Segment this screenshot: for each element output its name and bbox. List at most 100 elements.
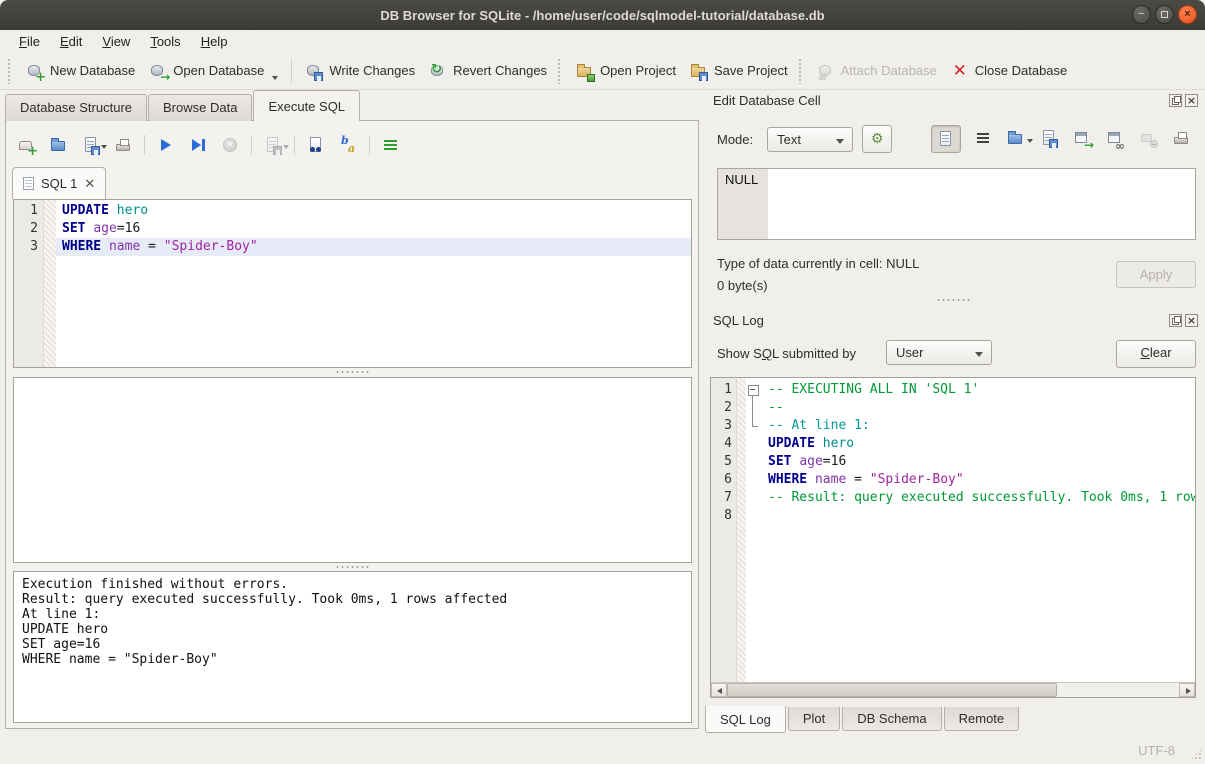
sql-tab-close-icon[interactable]: ✕ bbox=[84, 176, 95, 192]
dock-close-icon[interactable] bbox=[1185, 314, 1198, 327]
find-button[interactable] bbox=[305, 134, 327, 156]
text-mode-button[interactable] bbox=[931, 125, 961, 153]
apply-button[interactable]: Apply bbox=[1116, 261, 1196, 288]
toolbar-handle[interactable] bbox=[798, 58, 803, 84]
open-project-button[interactable]: Open Project bbox=[569, 56, 683, 86]
copy-link-icon: ∞ bbox=[1106, 129, 1124, 147]
open-database-icon: → bbox=[149, 62, 167, 80]
edit-cell-title: Edit Database Cell bbox=[713, 93, 821, 108]
line-number: 8 bbox=[711, 507, 732, 525]
log-fold-markers[interactable] bbox=[746, 378, 762, 682]
scroll-right-button[interactable] bbox=[1179, 683, 1195, 697]
export-to-file-button[interactable] bbox=[1040, 129, 1060, 149]
word-wrap-button[interactable] bbox=[974, 129, 994, 149]
bottom-tab-sql-log[interactable]: SQL Log bbox=[705, 706, 786, 733]
open-in-external-button[interactable]: → bbox=[1073, 129, 1093, 149]
auto-format-button[interactable] bbox=[380, 134, 402, 156]
mode-label: Mode: bbox=[717, 132, 753, 147]
open-project-icon bbox=[576, 62, 594, 80]
results-messages-splitter[interactable] bbox=[13, 563, 692, 571]
open-project-label: Open Project bbox=[600, 63, 676, 78]
new-database-button[interactable]: +New Database bbox=[19, 56, 142, 86]
splitter-dots bbox=[936, 298, 972, 302]
edit-cell-dock-header: Edit Database Cell bbox=[703, 90, 1205, 112]
maximize-button[interactable] bbox=[1155, 5, 1174, 24]
execute-all-button[interactable] bbox=[155, 134, 177, 156]
menu-help[interactable]: Help bbox=[192, 32, 237, 51]
clear-log-button[interactable]: Clear bbox=[1116, 340, 1196, 368]
scroll-left-button[interactable] bbox=[711, 683, 727, 697]
new-sql-tab-button[interactable]: + bbox=[16, 134, 38, 156]
tab-database-structure[interactable]: Database Structure bbox=[5, 94, 147, 121]
results-pane[interactable] bbox=[13, 377, 692, 563]
toolbar-separator bbox=[251, 135, 252, 155]
set-null-button[interactable] bbox=[1139, 129, 1159, 149]
copy-link-button[interactable]: ∞ bbox=[1106, 129, 1126, 149]
dropdown-arrow-icon[interactable] bbox=[1027, 139, 1033, 143]
execution-message-pane[interactable]: Execution finished without errors.Result… bbox=[13, 571, 692, 723]
dropdown-arrow-icon[interactable] bbox=[272, 76, 278, 80]
menu-edit[interactable]: Edit bbox=[51, 32, 91, 51]
sql-code-editor[interactable]: 123 UPDATE heroSET age=16WHERE name = "S… bbox=[13, 199, 692, 368]
log-filter-select[interactable]: User bbox=[886, 340, 992, 365]
bottom-tab-remote[interactable]: Remote bbox=[944, 707, 1020, 731]
toolbar-handle[interactable] bbox=[7, 58, 12, 84]
sql-tab[interactable]: SQL 1 ✕ bbox=[12, 167, 106, 199]
fold-marker[interactable] bbox=[746, 417, 762, 435]
attach-database-button[interactable]: ∞Attach Database bbox=[810, 56, 944, 86]
open-sql-file-button[interactable] bbox=[48, 134, 70, 156]
editor-code-area[interactable]: UPDATE heroSET age=16WHERE name = "Spide… bbox=[56, 200, 691, 367]
editor-results-splitter[interactable] bbox=[13, 368, 692, 376]
cell-value-editor[interactable]: NULL bbox=[717, 168, 1196, 240]
tab-execute-sql[interactable]: Execute SQL bbox=[253, 90, 360, 121]
auto-format-icon bbox=[382, 136, 400, 154]
find-replace-button[interactable]: ba bbox=[337, 134, 359, 156]
dock-float-icon[interactable] bbox=[1169, 94, 1182, 107]
menu-file[interactable]: File bbox=[10, 32, 49, 51]
stop-execution-button[interactable]: × bbox=[219, 134, 241, 156]
open-database-button[interactable]: →Open Database bbox=[142, 56, 285, 86]
message-line: At line 1: bbox=[22, 607, 683, 622]
write-changes-label: Write Changes bbox=[329, 63, 415, 78]
log-horizontal-scrollbar[interactable] bbox=[711, 682, 1195, 697]
line-number: 5 bbox=[711, 453, 732, 471]
toolbar-handle[interactable] bbox=[557, 58, 562, 84]
revert-changes-button[interactable]: ↻Revert Changes bbox=[422, 56, 554, 86]
fold-marker[interactable] bbox=[746, 399, 762, 417]
import-from-file-button[interactable] bbox=[1007, 129, 1027, 149]
dropdown-arrow-icon[interactable] bbox=[101, 145, 107, 149]
line-number: 4 bbox=[711, 435, 732, 453]
message-line: Execution finished without errors. bbox=[22, 577, 683, 592]
print-sql-button[interactable] bbox=[112, 134, 134, 156]
print-cell-button[interactable] bbox=[1172, 129, 1192, 149]
execute-current-line-button[interactable] bbox=[187, 134, 209, 156]
save-sql-file-button[interactable] bbox=[80, 134, 102, 156]
auto-switch-mode-button[interactable]: ⚙ bbox=[862, 125, 892, 153]
save-results-button[interactable] bbox=[262, 134, 284, 156]
minimize-button[interactable]: − bbox=[1132, 5, 1151, 24]
bottom-tab-plot[interactable]: Plot bbox=[788, 707, 840, 731]
dock-close-icon[interactable] bbox=[1185, 94, 1198, 107]
close-database-button[interactable]: ✕Close Database bbox=[944, 56, 1075, 86]
revert-changes-icon: ↻ bbox=[429, 62, 447, 80]
open-in-external-icon: → bbox=[1073, 129, 1091, 147]
scrollbar-thumb[interactable] bbox=[727, 683, 1057, 697]
cell-mode-row: Mode: Text ⚙ bbox=[717, 124, 892, 154]
dock-splitter[interactable] bbox=[703, 296, 1205, 304]
bottom-tab-db-schema[interactable]: DB Schema bbox=[842, 707, 941, 731]
titlebar[interactable]: DB Browser for SQLite - /home/user/code/… bbox=[0, 0, 1205, 30]
sql-log-view[interactable]: 12345678 -- EXECUTING ALL IN 'SQL 1'----… bbox=[710, 377, 1196, 698]
encoding-indicator[interactable]: UTF-8 bbox=[1138, 743, 1175, 758]
save-project-button[interactable]: Save Project bbox=[683, 56, 795, 86]
close-button[interactable]: × bbox=[1178, 5, 1197, 24]
dock-float-icon[interactable] bbox=[1169, 314, 1182, 327]
fold-marker[interactable] bbox=[746, 381, 762, 399]
write-changes-button[interactable]: Write Changes bbox=[298, 56, 422, 86]
execute-current-line-icon bbox=[189, 136, 207, 154]
tab-browse-data[interactable]: Browse Data bbox=[148, 94, 252, 121]
resize-grip[interactable] bbox=[1190, 748, 1202, 760]
menu-view[interactable]: View bbox=[93, 32, 139, 51]
mode-select[interactable]: Text bbox=[767, 127, 853, 152]
menu-tools[interactable]: Tools bbox=[141, 32, 189, 51]
dropdown-arrow-icon[interactable] bbox=[283, 145, 289, 149]
